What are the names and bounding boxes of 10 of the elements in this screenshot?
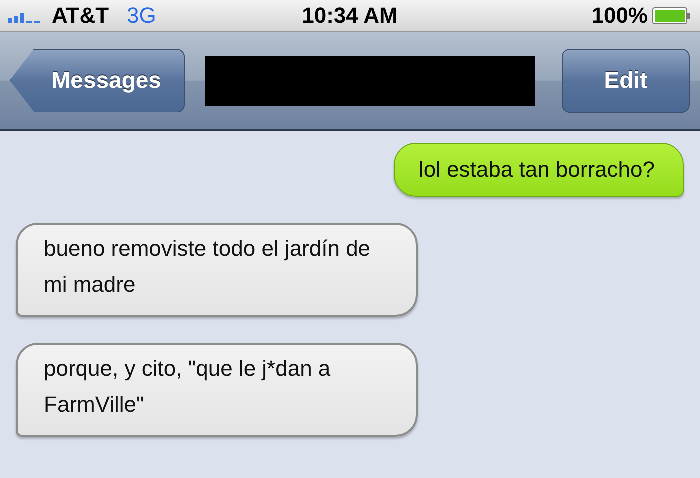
edit-button[interactable]: Edit: [562, 48, 690, 112]
message-bubble: lol estaba tan borracho?: [394, 143, 684, 197]
message-bubble: bueno removiste todo el jardín de mi madre: [16, 223, 418, 317]
battery-icon: [652, 6, 692, 24]
network-type: 3G: [127, 2, 156, 28]
back-button[interactable]: Messages: [10, 48, 185, 112]
battery-percent: 100%: [592, 2, 648, 28]
message-bubble: porque, y cito, "que le j*dan a FarmVille": [16, 343, 418, 437]
carrier-name: AT&T: [52, 2, 110, 28]
clock: 10:34 AM: [302, 2, 398, 28]
